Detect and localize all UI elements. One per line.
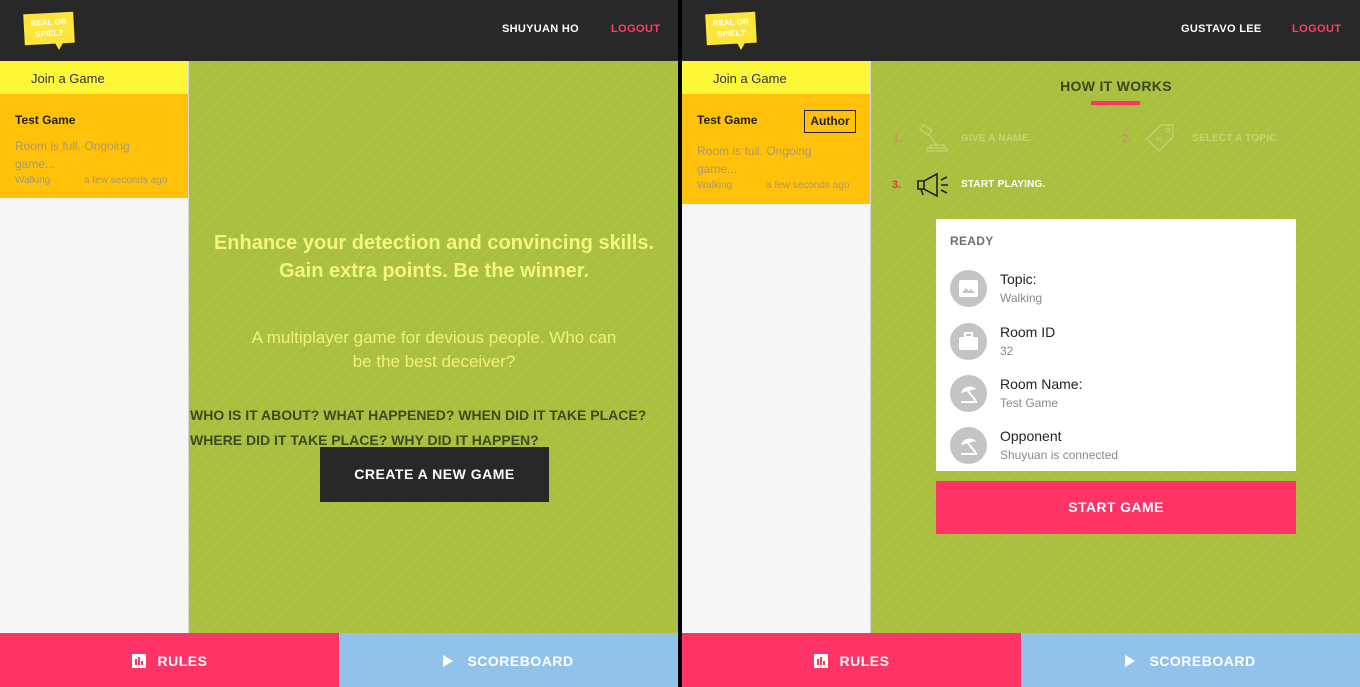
play-icon [1125,655,1136,667]
logo-bubble-tail [736,41,746,50]
top-bar: REAL OR SPIEL? GUSTAVO LEE LOGOUT [682,0,1360,61]
topic-value: Walking [1000,291,1043,305]
game-time: a few seconds ago [766,180,850,191]
gavel-icon [919,123,948,152]
game-topic: Walking [15,175,51,186]
rules-label: RULES [157,653,208,669]
beach-umbrella-icon [950,427,987,464]
room-id-value: 32 [1000,344,1014,358]
step-2-number: 2. [1122,133,1132,145]
logo-text: REAL OR SPIEL? [23,16,74,41]
game-list-item[interactable]: Test Game Room is full. Ongoing game... … [0,94,188,198]
how-it-works-title: HOW IT WORKS [1060,78,1172,94]
topic-label: Topic: [1000,271,1037,287]
ready-label: READY [950,234,994,248]
logo[interactable]: REAL OR SPIEL? [23,11,75,51]
author-badge: Author [804,110,856,133]
logo[interactable]: REAL OR SPIEL? [705,11,757,51]
game-topic: Walking [697,180,733,191]
logo-text: REAL OR SPIEL? [705,16,756,41]
main-area: Enhance your detection and convincing sk… [189,61,678,633]
sidebar: Join a Game Test Game Room is full. Ongo… [0,61,189,633]
title-underline [1091,101,1140,105]
scoreboard-label: SCOREBOARD [1149,653,1256,669]
briefcase-icon [950,323,987,360]
left-screen: REAL OR SPIEL? SHUYUAN HO LOGOUT Join a … [0,0,678,687]
rules-label: RULES [839,653,890,669]
opponent-label: Opponent [1000,428,1062,444]
game-title: Test Game [15,113,76,127]
step-3-number: 3. [892,179,902,191]
svg-text:%: % [1156,137,1162,144]
game-time: a few seconds ago [84,175,168,186]
top-bar: REAL OR SPIEL? SHUYUAN HO LOGOUT [0,0,678,61]
room-name-label: Room Name: [1000,376,1083,392]
tag-icon: % [1146,124,1174,152]
logout-link[interactable]: LOGOUT [1292,23,1341,35]
beach-umbrella-icon [950,375,987,412]
start-game-button[interactable]: START GAME [936,481,1296,534]
scoreboard-button[interactable]: SCOREBOARD [1021,633,1360,687]
rules-button[interactable]: RULES [682,633,1021,687]
megaphone-icon [917,172,948,198]
rules-button[interactable]: RULES [0,633,339,687]
sidebar: Join a Game Test Game Author Room is ful… [682,61,871,633]
main-area: HOW IT WORKS 1. GIVE A NAME. 2. % SELECT… [871,61,1360,633]
logout-link[interactable]: LOGOUT [611,23,660,35]
join-game-tab[interactable]: Join a Game [0,61,188,94]
step-2-label: SELECT A TOPIC. [1192,133,1280,144]
create-new-game-button[interactable]: CREATE A NEW GAME [320,447,549,502]
join-game-tab[interactable]: Join a Game [682,61,870,94]
hero-title: Enhance your detection and convincing sk… [213,232,655,282]
opponent-value: Shuyuan is connected [1000,448,1119,462]
user-name: SHUYUAN HO [502,23,579,35]
ready-card: READY Topic: Walking Room ID 32 Room Nam… [936,219,1296,471]
room-name-value: Test Game [1000,396,1059,410]
game-title: Test Game [697,113,758,127]
game-status: Room is full. Ongoing game... [697,144,812,176]
questions-text: WHO IS IT ABOUT? WHAT HAPPENED? WHEN DID… [190,403,678,453]
play-icon [443,655,454,667]
step-1-label: GIVE A NAME. [961,133,1032,144]
logo-bubble-tail [54,41,64,50]
bar-chart-icon [131,654,146,668]
image-icon [950,270,987,307]
game-list-item[interactable]: Test Game Author Room is full. Ongoing g… [682,94,870,204]
hero-subtitle: A multiplayer game for devious people. W… [251,328,617,371]
scoreboard-label: SCOREBOARD [467,653,574,669]
step-3-label: START PLAYING. [961,179,1046,190]
game-status: Room is full. Ongoing game... [15,139,130,171]
user-name: GUSTAVO LEE [1181,23,1262,35]
room-id-label: Room ID [1000,324,1056,340]
questions-line-1: WHO IS IT ABOUT? WHAT HAPPENED? WHEN DID… [190,407,647,423]
bar-chart-icon [813,654,828,668]
scoreboard-button[interactable]: SCOREBOARD [339,633,678,687]
right-screen: REAL OR SPIEL? GUSTAVO LEE LOGOUT Join a… [682,0,1360,687]
step-1-number: 1. [893,133,903,145]
